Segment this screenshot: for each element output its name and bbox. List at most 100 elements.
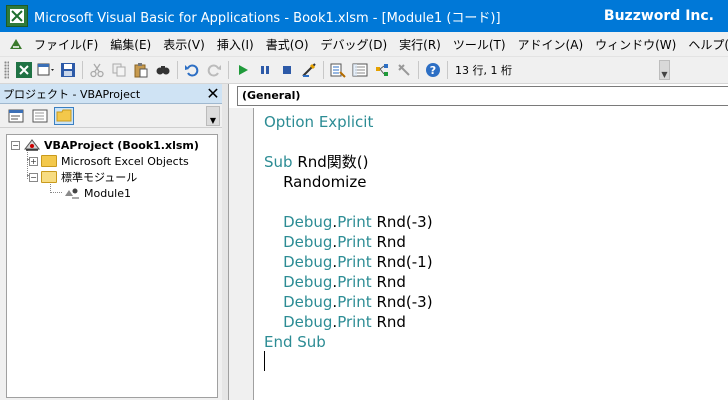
code-text: Rnd(-1) [371,253,433,271]
open-folder-icon [41,171,57,183]
code-keyword: Option Explicit [264,113,374,131]
code-keyword: Print [337,293,372,311]
break-icon[interactable] [254,59,276,81]
view-code-icon[interactable] [6,107,26,125]
help-icon[interactable]: ? [422,59,444,81]
menu-edit[interactable]: 編集(E) [104,36,157,53]
title-bar: Microsoft Visual Basic for Applications … [0,0,728,32]
tree-item-label: 標準モジュール [61,171,138,184]
excel-view-icon[interactable] [8,35,24,53]
toolbar-overflow-button[interactable]: ▼ [659,60,670,80]
project-explorer: プロジェクト - VBAProject ✕ ▼ − VBAProject (Bo… [0,84,222,400]
project-tree: − VBAProject (Book1.xlsm) + Microsoft Ex… [6,134,218,398]
standard-toolbar: ? 13 行, 1 桁 ▼ [0,57,728,84]
code-editor[interactable]: Option Explicit Sub Rnd関数() Randomize De… [264,112,433,352]
code-text: Rnd [371,273,406,291]
object-browser-icon[interactable] [371,59,393,81]
code-keyword: Debug [264,213,333,231]
project-explorer-header: プロジェクト - VBAProject ✕ [0,84,222,104]
menu-window[interactable]: ウィンドウ(W) [589,36,682,53]
run-icon[interactable] [232,59,254,81]
code-text: Rnd(-3) [371,293,433,311]
excel-icon[interactable] [13,59,35,81]
tree-item-excel-objects[interactable]: + Microsoft Excel Objects [29,153,189,169]
code-line[interactable]: Debug.Print Rnd [264,312,433,332]
undo-icon[interactable] [181,59,203,81]
code-keyword: Print [337,273,372,291]
menu-addins[interactable]: アドイン(A) [512,36,590,53]
code-line[interactable]: Debug.Print Rnd(-3) [264,212,433,232]
code-text: Randomize [264,173,367,191]
expand-icon[interactable]: + [29,156,38,166]
code-line[interactable]: Debug.Print Rnd [264,272,433,292]
toggle-folders-icon[interactable] [54,106,74,125]
menu-format[interactable]: 書式(O) [260,36,315,53]
code-line[interactable]: Option Explicit [264,112,433,132]
code-line[interactable] [264,132,433,152]
redo-icon[interactable] [203,59,225,81]
code-keyword: Sub [264,153,293,171]
menu-run[interactable]: 実行(R) [393,36,447,53]
brand-label: Buzzword Inc. [603,8,714,24]
menu-tools[interactable]: ツール(T) [447,36,512,53]
vba-app-icon[interactable] [6,5,28,27]
code-keyword: End Sub [264,333,326,351]
menu-insert[interactable]: 挿入(I) [211,36,260,53]
code-keyword: Print [337,253,372,271]
code-line[interactable]: Debug.Print Rnd(-1) [264,252,433,272]
cursor-position: 13 行, 1 桁 [455,64,512,77]
code-keyword: Debug [264,293,333,311]
code-keyword: Print [337,313,372,331]
view-object-icon[interactable] [30,107,50,125]
paste-icon[interactable] [130,59,152,81]
window-title: Microsoft Visual Basic for Applications … [34,10,501,26]
menu-view[interactable]: 表示(V) [157,36,211,53]
code-text: Rnd(-3) [371,213,433,231]
code-margin[interactable] [229,108,254,400]
project-explorer-toolbar: ▼ [0,104,222,128]
tree-item-vbaproject[interactable]: − VBAProject (Book1.xlsm) [11,137,199,153]
cut-icon[interactable] [86,59,108,81]
toolbar-separator [447,61,448,79]
folder-icon [41,155,57,167]
toolbar-grip[interactable] [4,61,9,79]
menu-bar: ファイル(F) 編集(E) 表示(V) 挿入(I) 書式(O) デバッグ(D) … [0,32,728,57]
tree-item-module1[interactable]: Module1 [63,185,131,201]
reset-icon[interactable] [276,59,298,81]
find-icon[interactable] [152,59,174,81]
menu-help[interactable]: ヘルプ(H) [682,36,728,53]
collapse-icon[interactable]: − [29,172,38,182]
code-window: (General) Option Explicit Sub Rnd関数() Ra… [228,84,728,400]
toolbar-separator [177,61,178,79]
project-explorer-title: プロジェクト - VBAProject [3,87,141,101]
toolbar-separator [323,61,324,79]
code-line[interactable]: End Sub [264,332,433,352]
copy-icon[interactable] [108,59,130,81]
object-combobox[interactable]: (General) [237,86,728,106]
tree-connector [50,192,62,193]
module-icon [63,186,81,200]
code-line[interactable]: Randomize [264,172,433,192]
code-line[interactable]: Debug.Print Rnd [264,232,433,252]
menu-file[interactable]: ファイル(F) [28,36,104,53]
properties-icon[interactable] [349,59,371,81]
tree-item-standard-modules[interactable]: − 標準モジュール [29,169,137,185]
code-keyword: Debug [264,233,333,251]
code-line[interactable]: Sub Rnd関数() [264,152,433,172]
menu-debug[interactable]: デバッグ(D) [315,36,394,53]
code-keyword: Print [337,233,372,251]
insert-userform-icon[interactable] [35,59,57,81]
toolbox-icon[interactable] [393,59,415,81]
design-mode-icon[interactable] [298,59,320,81]
project-toolbar-scroll-button[interactable]: ▼ [206,106,220,126]
code-line[interactable] [264,192,433,212]
project-explorer-icon[interactable] [327,59,349,81]
close-icon[interactable]: ✕ [204,84,222,103]
code-keyword: Debug [264,273,333,291]
collapse-icon[interactable]: − [11,140,20,150]
vbaproject-icon [23,138,41,152]
code-line[interactable]: Debug.Print Rnd(-3) [264,292,433,312]
tree-item-label: VBAProject (Book1.xlsm) [44,138,199,152]
code-text: Rnd関数() [292,153,369,171]
save-icon[interactable] [57,59,79,81]
